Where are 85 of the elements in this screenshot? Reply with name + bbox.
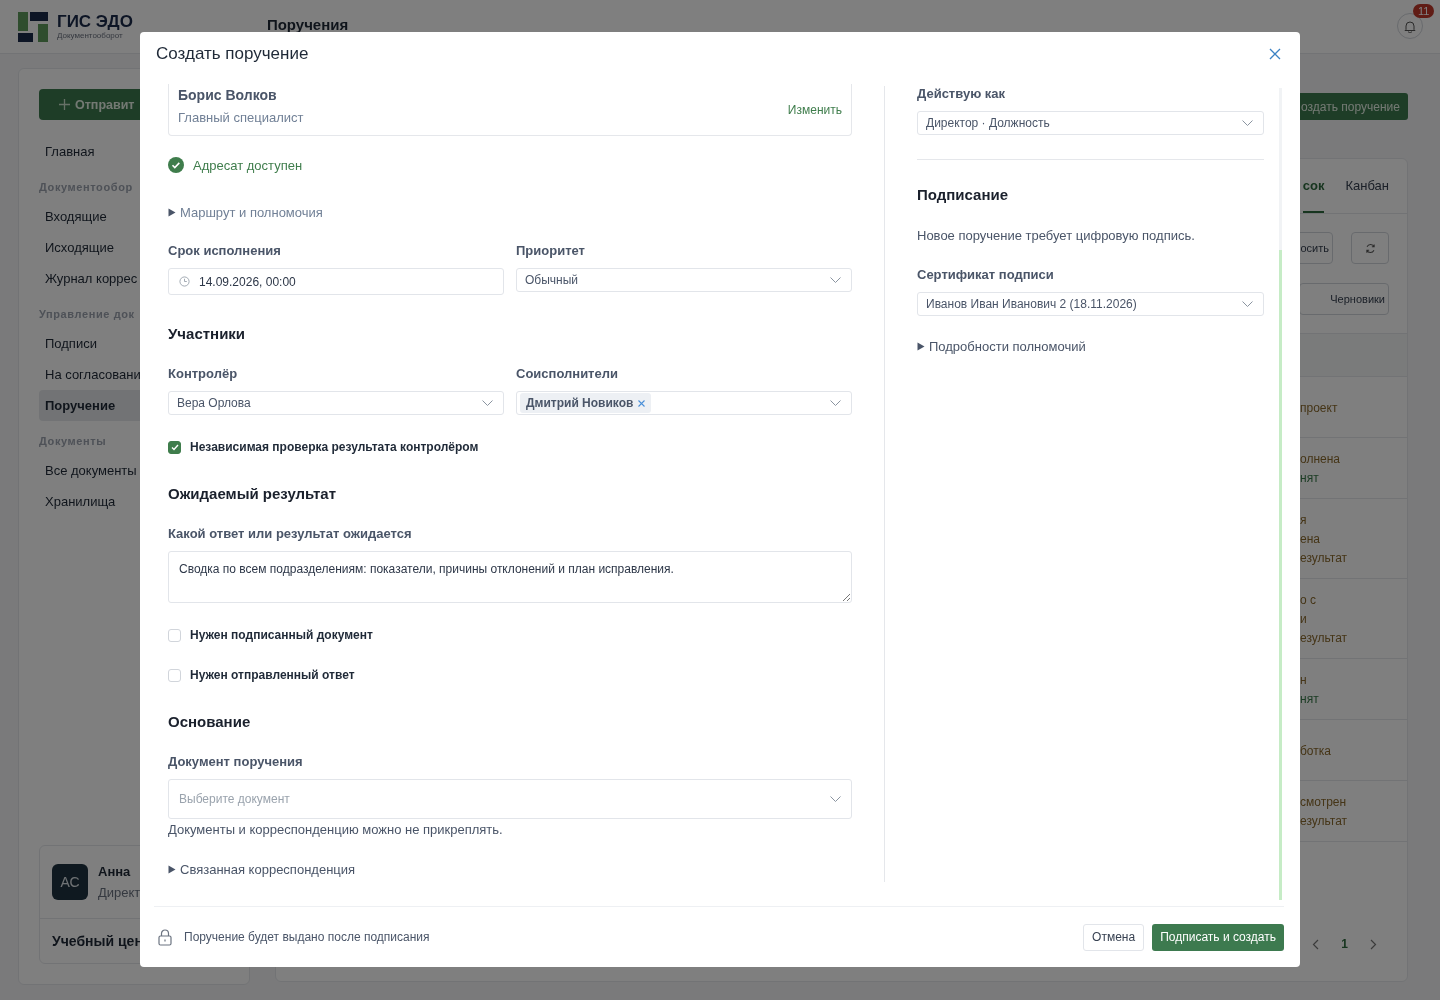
chevron-right-icon[interactable] xyxy=(1370,938,1377,950)
caret-icon xyxy=(168,207,176,217)
field-label: Срок исполнения xyxy=(168,243,282,259)
chevron-down-icon xyxy=(830,796,841,802)
notifications-button[interactable] xyxy=(1397,13,1423,39)
page-title: Поручения xyxy=(266,18,349,32)
footer-note: Поручение будет выдано после подписания xyxy=(184,930,431,944)
field-label: Сертификат подписи xyxy=(917,267,1055,283)
chevron-down-icon xyxy=(1242,120,1253,126)
status-text: олнена xyxy=(1300,451,1341,468)
checkbox[interactable] xyxy=(168,440,181,454)
status-text: ена xyxy=(1300,531,1321,548)
status-text: и xyxy=(1300,611,1308,628)
checkbox-label: Нужен отправленный ответ xyxy=(190,668,355,682)
page-number[interactable]: 1 xyxy=(1341,937,1348,951)
select-field[interactable]: Иванов Иван Иванович 2 (18.11.2026) xyxy=(917,292,1264,316)
logo-subtitle: Документооборот xyxy=(57,31,124,40)
multiselect-field[interactable]: Дмитрий Новиков xyxy=(516,391,852,415)
chevron-down-icon xyxy=(1242,301,1253,307)
checkbox-label: Независимая проверка результата контролёром xyxy=(190,440,479,454)
lock-icon xyxy=(158,928,172,946)
logo-title: ГИС ЭДО xyxy=(57,13,133,31)
status-text: ботка xyxy=(1300,742,1332,760)
status-text: смотрен xyxy=(1300,794,1348,811)
section-heading: Участники xyxy=(168,325,247,343)
hint-text: Документы и корреспонденцию можно не прикреплять. xyxy=(168,822,504,838)
bell-icon xyxy=(1404,19,1416,33)
caret-icon xyxy=(917,341,925,351)
status-text: нят xyxy=(1300,470,1320,487)
submit-button[interactable]: Подписать и создать xyxy=(1152,923,1284,951)
logo-icon xyxy=(18,11,48,42)
section-heading: Подписание xyxy=(917,186,1010,204)
chevron-down-icon xyxy=(482,400,493,406)
disclosure-toggle[interactable]: Маршрут и полномочия xyxy=(168,204,852,220)
chevron-left-icon[interactable] xyxy=(1312,938,1320,950)
chevron-down-icon xyxy=(830,400,841,406)
notification-badge: 11 xyxy=(1413,4,1435,18)
status-text: о с xyxy=(1300,592,1317,609)
date-field[interactable]: 14.09.2026, 00:00 xyxy=(168,268,504,295)
status-text: проект xyxy=(1300,399,1339,417)
check-circle-icon xyxy=(168,157,184,173)
cancel-button[interactable]: Отмена xyxy=(1083,923,1145,951)
dialog-title: Создать поручение xyxy=(156,44,309,64)
section-heading: Основание xyxy=(168,713,252,731)
avatar: АС xyxy=(52,864,88,900)
status-text: Адресат доступен xyxy=(193,157,303,173)
info-text: Новое поручение требует цифровую подпись. xyxy=(917,228,1196,244)
user-role: Директ xyxy=(98,885,141,900)
field-label: Соисполнители xyxy=(516,366,619,382)
close-icon[interactable] xyxy=(1269,48,1281,60)
status-text: езультат xyxy=(1300,630,1349,647)
resize-handle-icon[interactable] xyxy=(843,594,850,601)
section-heading: Ожидаемый результат xyxy=(168,485,338,503)
user-name: Анна xyxy=(98,864,132,879)
remove-icon[interactable] xyxy=(638,399,646,407)
chip: Дмитрий Новиков xyxy=(520,393,652,413)
plus-icon xyxy=(59,99,70,110)
field-label: Действую как xyxy=(917,86,1007,102)
status-text: езультат xyxy=(1300,550,1349,567)
clock-icon xyxy=(179,276,190,287)
caret-icon xyxy=(168,864,176,874)
text-area[interactable]: Сводка по всем подразделениям: показатели, причины отклонений и план исправления. xyxy=(168,551,852,603)
refresh-icon xyxy=(1364,242,1376,254)
disclosure-toggle[interactable]: Подробности полномочий xyxy=(917,338,1264,354)
checkbox-label: Нужен подписанный документ xyxy=(190,628,373,642)
select-field[interactable]: Обычный xyxy=(516,268,852,292)
chevron-down-icon xyxy=(830,277,841,283)
status-text: н xyxy=(1300,672,1308,689)
disclosure-toggle[interactable]: Связанная корреспонденция xyxy=(168,861,852,877)
tab[interactable]: Канбан xyxy=(1345,159,1389,213)
status-text: езультат xyxy=(1300,813,1349,830)
select-field[interactable]: Выберите документ xyxy=(168,779,852,819)
select-field[interactable]: Директор · Должность xyxy=(917,111,1264,135)
toolbar-button[interactable]: Черновики xyxy=(1299,283,1389,315)
change-link[interactable]: Изменить xyxy=(787,102,842,117)
field-label: Контролёр xyxy=(168,366,239,382)
refresh-button[interactable] xyxy=(1351,232,1389,264)
tab[interactable]: сок xyxy=(1302,159,1325,213)
field-label: Документ поручения xyxy=(168,754,304,770)
field-label: Какой ответ или результат ожидается xyxy=(168,526,413,542)
field-label: Приоритет xyxy=(516,243,586,259)
scroll-bar[interactable] xyxy=(1279,88,1282,900)
status-text: нят xyxy=(1300,691,1320,708)
select-field[interactable]: Вера Орлова xyxy=(168,391,504,415)
status-text: я xyxy=(1300,512,1308,529)
